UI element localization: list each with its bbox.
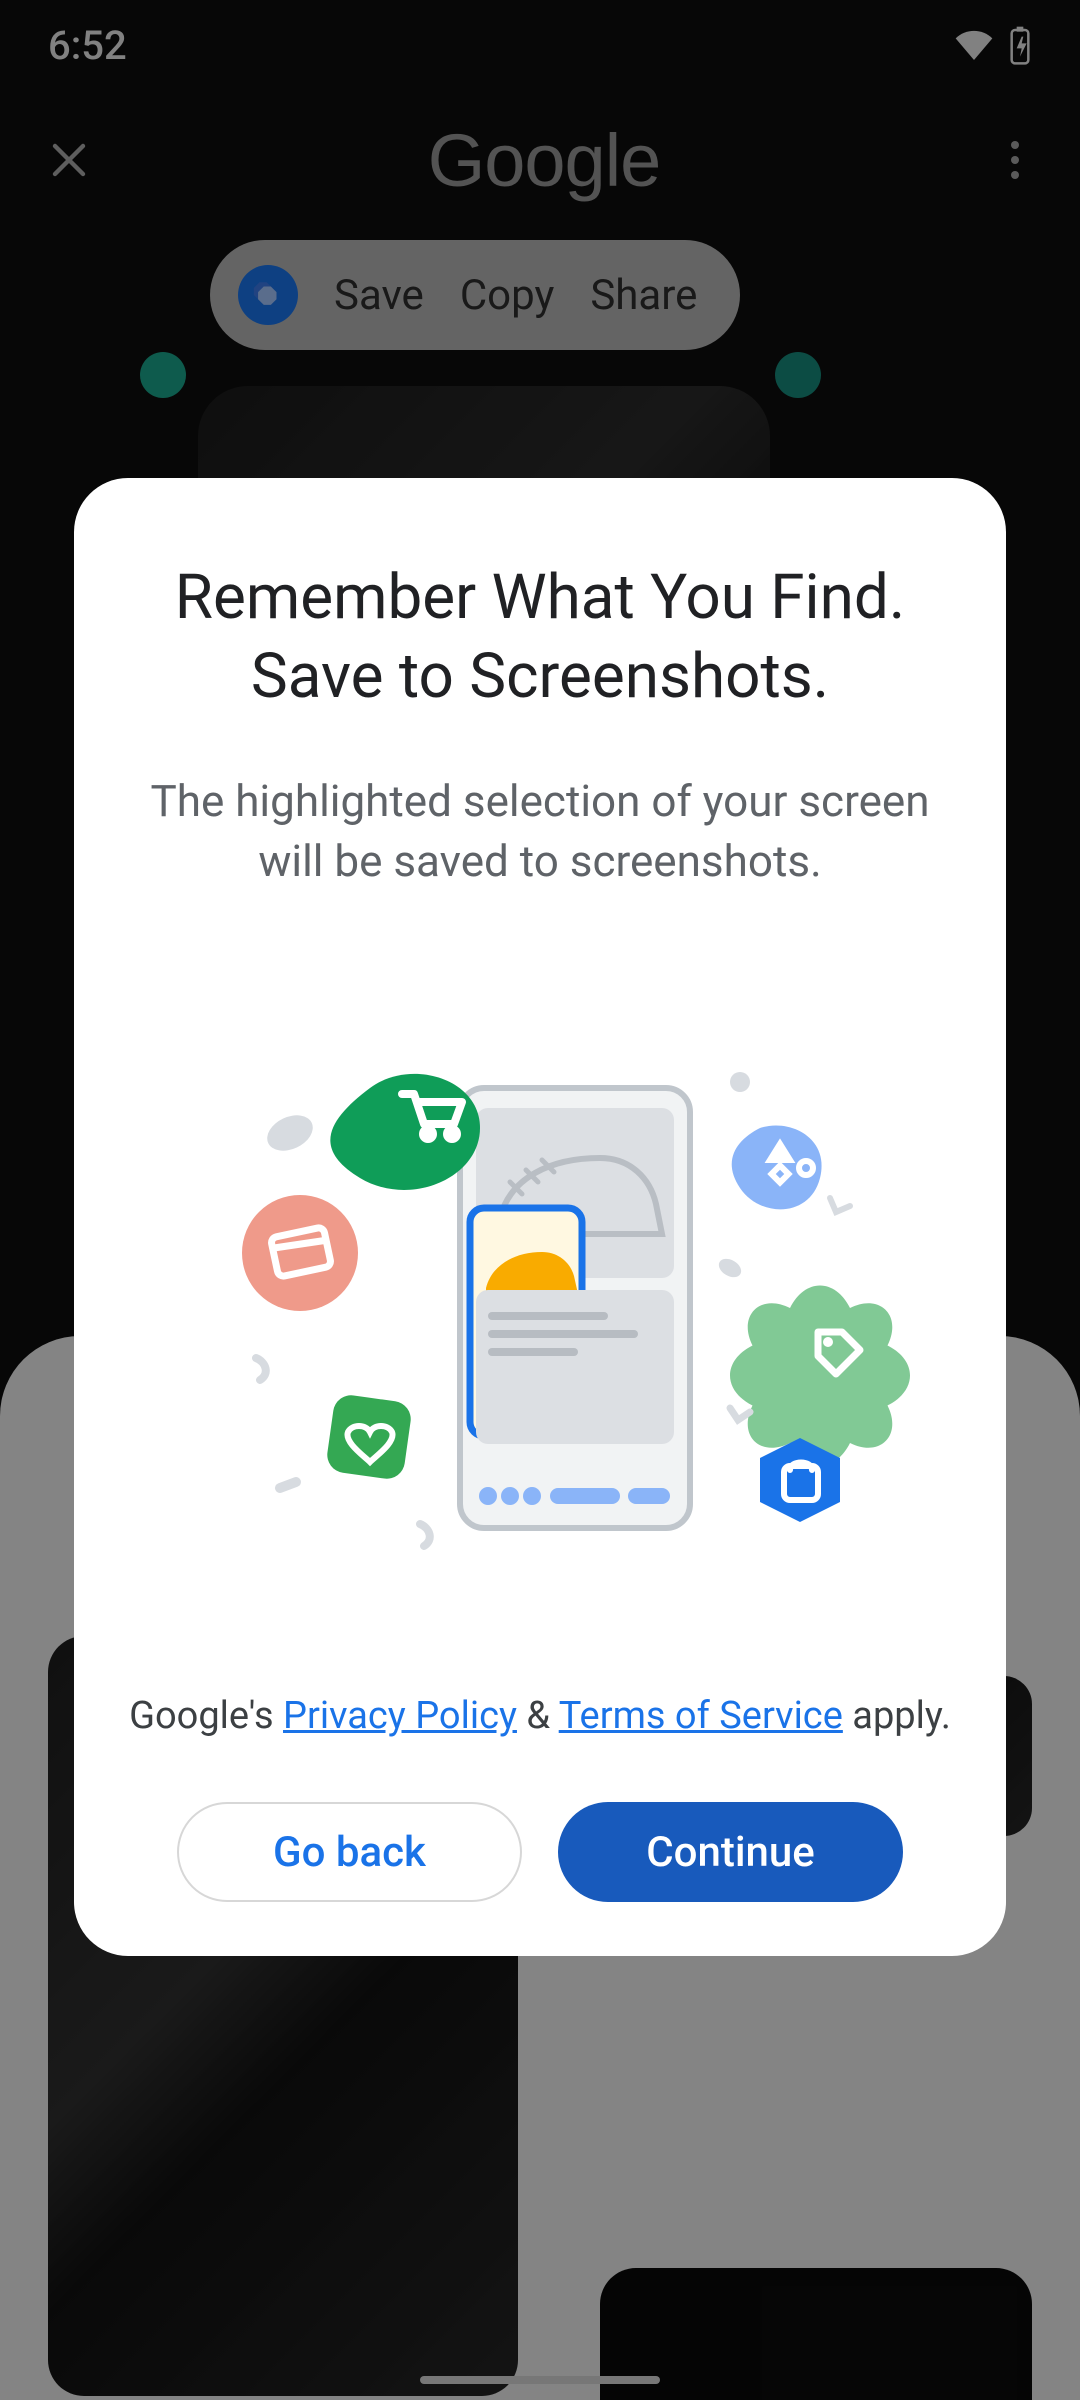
continue-button[interactable]: Continue [558, 1802, 903, 1902]
dialog-button-row: Go back Continue [126, 1802, 954, 1902]
go-back-button[interactable]: Go back [177, 1802, 522, 1902]
privacy-policy-link[interactable]: Privacy Policy [283, 1694, 517, 1738]
dialog-title: Remember What You Find. Save to Screensh… [126, 558, 954, 717]
dialog-title-line2: Save to Screenshots. [251, 640, 829, 713]
legal-prefix: Google's [129, 1694, 283, 1738]
terms-of-service-link[interactable]: Terms of Service [559, 1694, 843, 1738]
dialog-subtitle: The highlighted selection of your screen… [126, 771, 954, 892]
gesture-nav-bar[interactable] [420, 2376, 660, 2384]
dialog-legal-text: Google's Privacy Policy & Terms of Servi… [126, 1694, 954, 1738]
save-to-screenshots-dialog: Remember What You Find. Save to Screensh… [74, 478, 1006, 1956]
legal-suffix: apply. [843, 1694, 951, 1738]
dialog-illustration [126, 922, 954, 1674]
legal-amp: & [517, 1694, 559, 1738]
dialog-title-line1: Remember What You Find. [175, 561, 905, 634]
